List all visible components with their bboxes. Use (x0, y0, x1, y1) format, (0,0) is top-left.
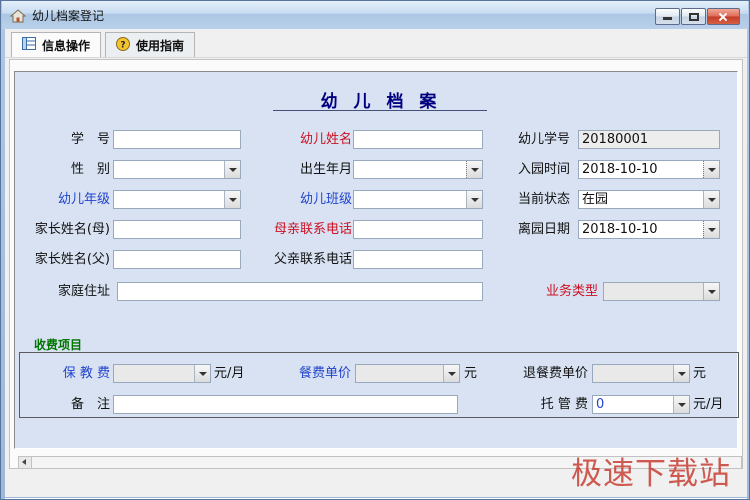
question-icon: ? (116, 36, 130, 54)
watermark-text: 极速下载站 (571, 456, 731, 492)
mother-name-input[interactable] (113, 220, 241, 239)
status-combobox[interactable]: 在园 (578, 190, 720, 209)
form-title: 幼 儿 档 案 (320, 92, 442, 112)
window-title: 幼儿档案登记 (32, 8, 105, 23)
scroll-left-button[interactable] (19, 457, 32, 468)
chevron-down-icon (703, 191, 719, 208)
care-fee-label: 保 教 费 (62, 366, 110, 381)
custody-fee-combobox[interactable]: 0 (592, 395, 690, 414)
enroll-date-value: 2018-10-10 (582, 162, 658, 177)
meal-fee-combobox[interactable] (355, 364, 460, 383)
meal-fee-unit: 元 (464, 366, 478, 381)
child-name-label: 幼儿姓名 (299, 132, 352, 147)
note-input[interactable] (113, 395, 458, 414)
maximize-icon (689, 13, 699, 21)
father-phone-label: 父亲联系电话 (273, 252, 352, 267)
leave-date-value: 2018-10-10 (582, 222, 658, 237)
leave-date-picker[interactable]: 2018-10-10 (578, 220, 720, 239)
fee-group-label: 收费项目 (31, 338, 86, 352)
child-no-input[interactable] (578, 130, 720, 149)
app-icon (9, 8, 27, 23)
tab-info-operation[interactable]: 信息操作 (11, 32, 102, 57)
chevron-down-icon (673, 365, 689, 382)
refund-fee-combobox[interactable] (592, 364, 690, 383)
grade-combobox[interactable] (113, 190, 241, 209)
birth-date-combobox[interactable] (353, 160, 483, 179)
enroll-date-picker[interactable]: 2018-10-10 (578, 160, 720, 179)
class-combobox[interactable] (353, 190, 483, 209)
svg-text:?: ? (120, 40, 125, 50)
chevron-down-icon (703, 221, 719, 238)
father-phone-input[interactable] (353, 250, 483, 269)
custody-fee-unit: 元/月 (693, 397, 724, 412)
mother-phone-label: 母亲联系电话 (273, 222, 352, 237)
window-controls (654, 8, 740, 25)
title-bar: 幼儿档案登记 (2, 1, 748, 29)
father-name-input[interactable] (113, 250, 241, 269)
child-name-input[interactable] (353, 130, 483, 149)
maximize-button[interactable] (681, 8, 706, 25)
class-label: 幼儿班级 (299, 192, 352, 207)
chevron-down-icon (703, 283, 719, 300)
chevron-down-icon (224, 161, 240, 178)
minimize-button[interactable] (655, 8, 680, 25)
chevron-down-icon (673, 396, 689, 413)
form-title-underline (273, 110, 487, 111)
chevron-down-icon (224, 191, 240, 208)
tab-usage-guide[interactable]: ? 使用指南 (105, 32, 196, 57)
gender-combobox[interactable] (113, 160, 241, 179)
student-no-input[interactable] (113, 130, 241, 149)
status-label: 当前状态 (517, 192, 570, 207)
leave-date-label: 离园日期 (517, 222, 570, 237)
client-area: 信息操作 ? 使用指南 幼 儿 档 案 学 号 幼儿姓名 幼儿学号 性 别 (5, 29, 747, 499)
close-button[interactable] (707, 8, 740, 25)
app-window: 幼儿档案登记 信息操作 ? 使用指南 幼 儿 档 案 学 号 幼儿姓名 幼儿学号… (0, 0, 750, 500)
care-fee-combobox[interactable] (113, 364, 211, 383)
care-fee-unit: 元/月 (214, 366, 245, 381)
address-label: 家庭住址 (57, 284, 110, 299)
enroll-date-label: 入园时间 (517, 162, 570, 177)
biz-type-combobox[interactable] (603, 282, 720, 301)
tab-guide-label: 使用指南 (136, 38, 185, 53)
grade-label: 幼儿年级 (57, 192, 110, 207)
chevron-down-icon (194, 365, 210, 382)
note-label: 备 注 (70, 397, 110, 412)
child-no-label: 幼儿学号 (517, 132, 570, 147)
tab-strip-divider (5, 57, 747, 58)
custody-fee-label: 托 管 费 (540, 397, 588, 412)
chevron-down-icon (703, 161, 719, 178)
chevron-down-icon (466, 191, 482, 208)
mother-phone-input[interactable] (353, 220, 483, 239)
birth-date-label: 出生年月 (299, 162, 352, 177)
address-input[interactable] (117, 282, 483, 301)
refund-fee-label: 退餐费单价 (522, 366, 588, 381)
gender-label: 性 别 (70, 162, 110, 177)
mother-name-label: 家长姓名(母) (34, 222, 110, 237)
chevron-down-icon (443, 365, 459, 382)
meal-fee-label: 餐费单价 (298, 366, 351, 381)
tab-info-label: 信息操作 (42, 38, 91, 53)
biz-type-label: 业务类型 (545, 284, 598, 299)
chevron-down-icon (466, 161, 482, 178)
student-no-label: 学 号 (70, 132, 110, 147)
refund-fee-unit: 元 (693, 366, 707, 381)
father-name-label: 家长姓名(父) (34, 252, 110, 267)
notebook-icon (22, 37, 36, 53)
minimize-icon (663, 17, 672, 20)
status-value: 在园 (582, 192, 609, 207)
custody-fee-value: 0 (596, 397, 605, 412)
arrow-left-icon (22, 459, 26, 465)
